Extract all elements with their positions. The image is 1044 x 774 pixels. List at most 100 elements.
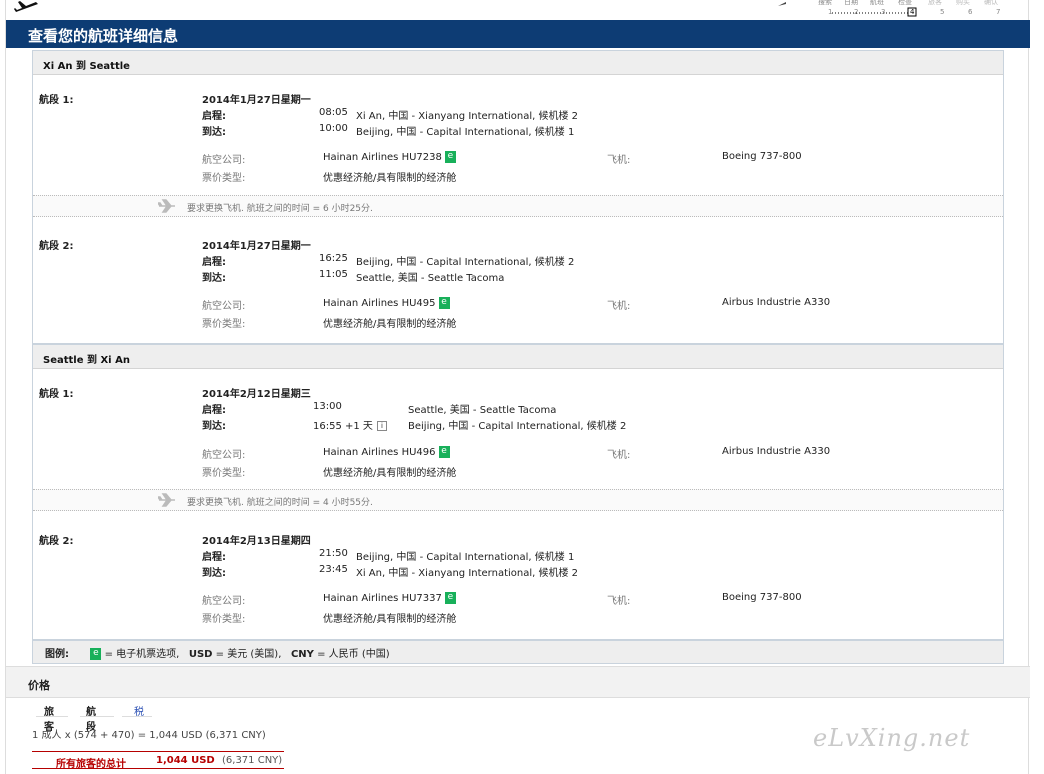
segment-date: 2014年2月13日星期四 <box>202 536 311 547</box>
airline-label: 航空公司: <box>202 596 246 607</box>
step-number-3: 3 <box>881 8 886 16</box>
fare-value: 优惠经济舱/具有限制的经济舱 <box>323 319 457 330</box>
e-ticket-badge: e <box>438 446 450 458</box>
fare-value: 优惠经济舱/具有限制的经济舱 <box>323 468 457 479</box>
airline-label: 航空公司: <box>202 301 246 312</box>
depart-time: 21:50 <box>319 548 348 559</box>
fare-label: 票价类型: <box>202 173 246 184</box>
depart-place: Beijing, 中国 - Capital International, 候机楼… <box>356 552 575 563</box>
aircraft-value: Boeing 737-800 <box>722 151 802 162</box>
segment-date: 2014年1月27日星期一 <box>202 241 311 252</box>
step-label-1[interactable]: 搜索 <box>818 0 832 7</box>
trip-title: Xi An 到 Seattle <box>33 51 1003 75</box>
arrive-place: Beijing, 中国 - Capital International, 候机楼… <box>408 421 627 432</box>
legend-cny-code: CNY <box>290 649 314 660</box>
airplane-icon <box>158 493 175 507</box>
arrive-label: 到达: <box>202 421 226 432</box>
trip-title: Seattle 到 Xi An <box>33 345 1003 369</box>
step-number-4: 4 <box>910 8 915 16</box>
step-label-2[interactable]: 日期 <box>844 0 858 7</box>
aircraft-label: 飞机: <box>607 155 631 166</box>
arrive-place: Xi An, 中国 - Xianyang International, 候机楼 … <box>356 568 579 579</box>
aircraft-label: 飞机: <box>607 301 631 312</box>
arrive-time: 16:55 +1 天i <box>313 417 387 432</box>
connection-text: 要求更换飞机. 航班之间的时间 = 4 小时55分. <box>187 498 373 508</box>
depart-time: 13:00 <box>313 401 342 412</box>
trip-outbound: Xi An 到 Seattle 航段 1: 2014年1月27日星期一 启程: … <box>32 50 1004 344</box>
connection-note: 要求更换飞机. 航班之间的时间 = 6 小时25分. <box>33 195 1003 217</box>
connection-text: 要求更换飞机. 航班之间的时间 = 6 小时25分. <box>187 204 373 214</box>
e-ticket-badge: e <box>444 592 456 604</box>
airline-label: 航空公司: <box>202 450 246 461</box>
step-label-4[interactable]: 检查 <box>898 0 912 7</box>
arrive-label: 到达: <box>202 273 226 284</box>
steps-track <box>778 2 917 17</box>
step-number-6: 6 <box>968 8 973 16</box>
total-cny: (6,371 CNY) <box>222 755 283 766</box>
fare-label: 票价类型: <box>202 319 246 330</box>
airline-label: 航空公司: <box>202 155 246 166</box>
arrive-time: 23:45 <box>319 564 348 575</box>
segment-2: 航段 2: 2014年1月27日星期一 启程: 16:25 Beijing, 中… <box>33 219 1003 343</box>
depart-label: 启程: <box>202 111 226 122</box>
fare-label: 票价类型: <box>202 468 246 479</box>
segment-label: 航段 1: <box>39 389 74 400</box>
e-ticket-badge: e <box>444 151 456 163</box>
fare-value: 优惠经济舱/具有限制的经济舱 <box>323 614 457 625</box>
price-title: 价格 <box>6 666 1030 698</box>
aircraft-value: Airbus Industrie A330 <box>722 297 831 308</box>
depart-place: Beijing, 中国 - Capital International, 候机楼… <box>356 257 575 268</box>
airline-value: Hainan Airlines HU7337 e <box>323 592 456 604</box>
total-row: 所有旅客的总计 1,044 USD (6,371 CNY) <box>32 751 284 770</box>
divider <box>36 716 68 717</box>
depart-time: 08:05 <box>319 107 348 118</box>
step-label-6: 购买 <box>956 0 970 6</box>
total-label: 所有旅客的总计 <box>56 759 126 770</box>
arrive-place: Beijing, 中国 - Capital International, 候机楼… <box>356 127 575 138</box>
depart-place: Xi An, 中国 - Xianyang International, 候机楼 … <box>356 111 579 122</box>
fare-label: 票价类型: <box>202 614 246 625</box>
step-number-2: 2 <box>854 8 859 16</box>
price-row: 1 成人 x (574 + 470) = 1,044 USD (6,371 CN… <box>32 730 266 741</box>
top-bar: 搜索 日期 航班 检查 旅客 购买 确认 1 2 3 4 5 6 7 <box>6 0 1030 20</box>
page: 搜索 日期 航班 检查 旅客 购买 确认 1 2 3 4 5 6 7 查看您的航… <box>5 0 1030 774</box>
aircraft-value: Boeing 737-800 <box>722 592 802 603</box>
segment-date: 2014年1月27日星期一 <box>202 95 311 106</box>
legend-cny-text: = 人民币 (中国) <box>317 649 390 660</box>
depart-label: 启程: <box>202 552 226 563</box>
step-label-3[interactable]: 航班 <box>870 0 884 7</box>
legend-usd-text: = 美元 (美国), <box>215 649 282 660</box>
aircraft-value: Airbus Industrie A330 <box>722 446 831 457</box>
airplane-icon <box>158 199 175 213</box>
segment-date: 2014年2月12日星期三 <box>202 389 311 400</box>
segment-1: 航段 1: 2014年1月27日星期一 启程: 08:05 Xi An, 中国 … <box>33 75 1003 193</box>
legend: 图例: e = 电子机票选项, USD = 美元 (美国), CNY = 人民币… <box>32 640 1004 664</box>
arrive-time: 11:05 <box>319 269 348 280</box>
airline-value: Hainan Airlines HU7238 e <box>323 151 456 163</box>
total-usd: 1,044 USD <box>156 755 215 766</box>
arrive-label: 到达: <box>202 127 226 138</box>
legend-usd-code: USD <box>188 649 213 660</box>
arrive-place: Seattle, 美国 - Seattle Tacoma <box>356 273 505 284</box>
info-icon[interactable]: i <box>376 421 387 431</box>
depart-place: Seattle, 美国 - Seattle Tacoma <box>408 405 557 416</box>
segment-label: 航段 1: <box>39 95 74 106</box>
divider <box>80 716 114 717</box>
legend-title: 图例: <box>45 649 69 660</box>
watermark: eLvXing.net <box>813 724 971 752</box>
e-ticket-badge: e <box>438 297 450 309</box>
step-label-7: 确认 <box>984 0 998 6</box>
page-title: 查看您的航班详细信息 <box>6 20 1030 48</box>
step-number-5: 5 <box>940 8 945 16</box>
step-number-1: 1 <box>828 8 833 16</box>
legend-e-text: = 电子机票选项, <box>104 649 180 660</box>
fare-value: 优惠经济舱/具有限制的经济舱 <box>323 173 457 184</box>
segment-label: 航段 2: <box>39 536 74 547</box>
airplane-logo-icon <box>14 1 38 12</box>
trip-return: Seattle 到 Xi An 航段 1: 2014年2月12日星期三 启程: … <box>32 344 1004 640</box>
aircraft-label: 飞机: <box>607 450 631 461</box>
segment-1: 航段 1: 2014年2月12日星期三 启程: 13:00 Seattle, 美… <box>33 369 1003 487</box>
airline-value: Hainan Airlines HU495 e <box>323 297 450 309</box>
step-label-5: 旅客 <box>928 0 942 6</box>
segment-2: 航段 2: 2014年2月13日星期四 启程: 21:50 Beijing, 中… <box>33 513 1003 639</box>
